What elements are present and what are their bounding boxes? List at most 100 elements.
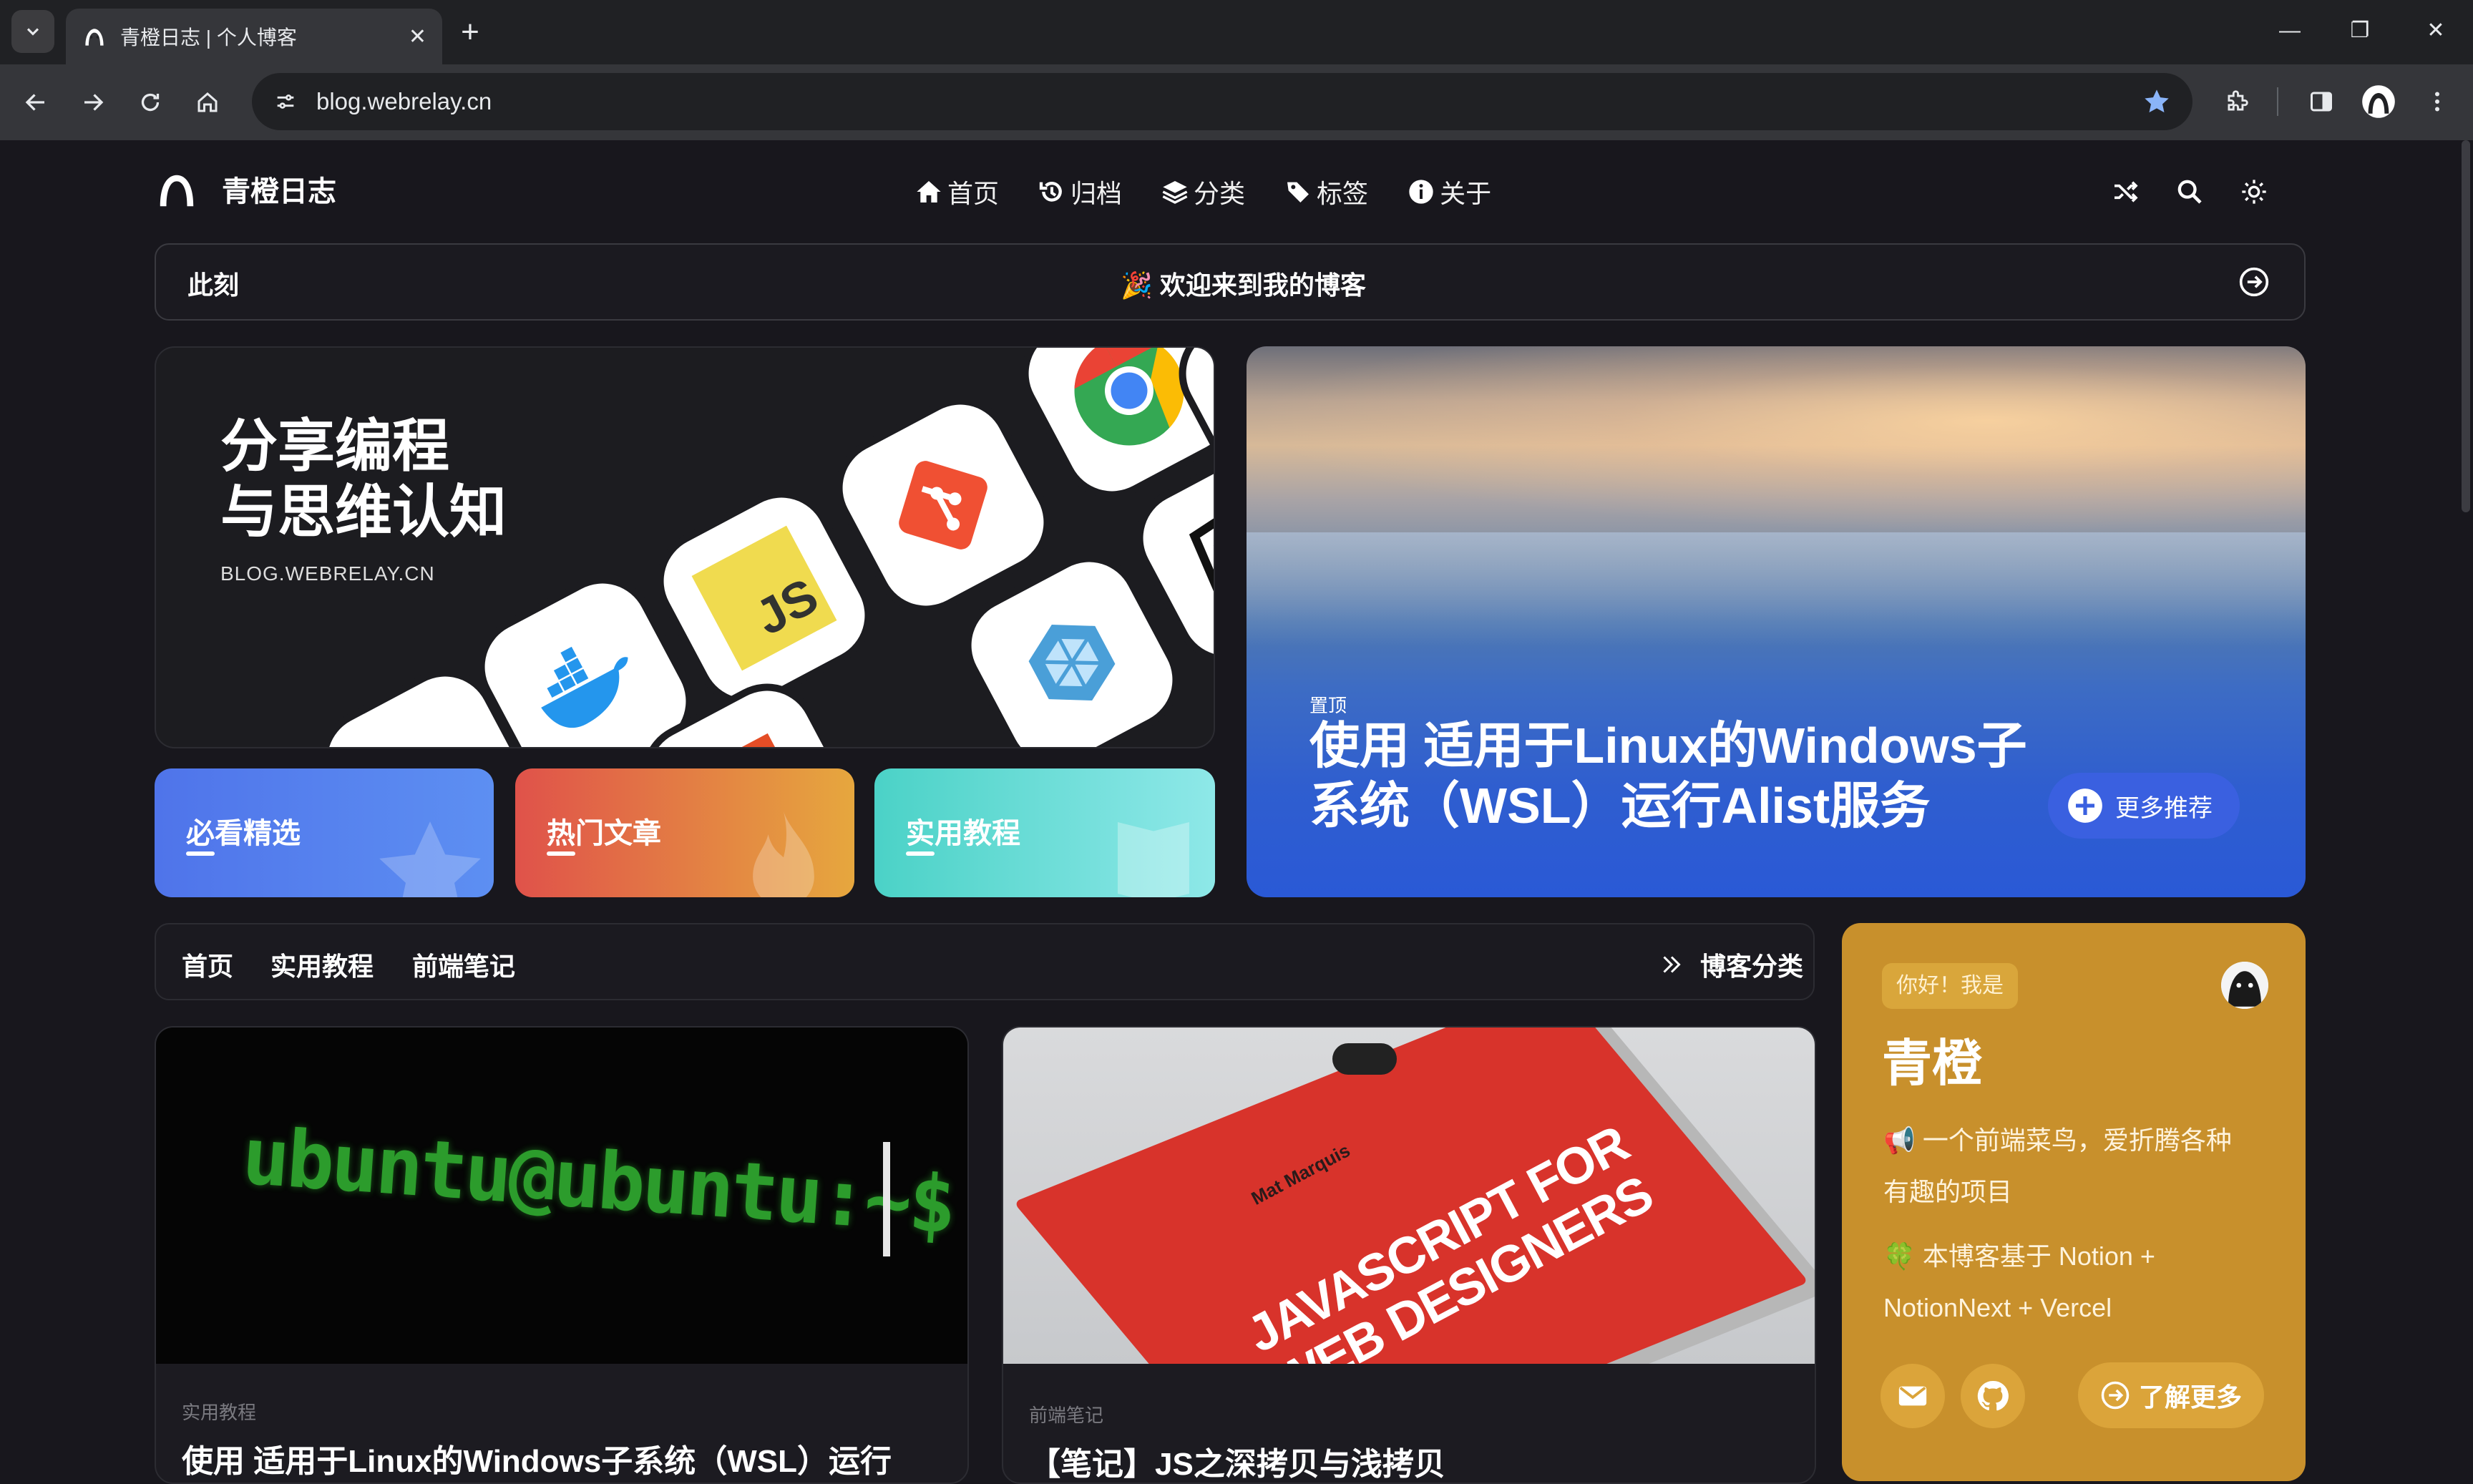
javascript-icon: JS: [691, 525, 837, 671]
menu-item-label: 标签: [1317, 179, 1369, 208]
side-panel-button[interactable]: [2301, 82, 2341, 122]
author-bio-line2: 有趣的项目: [1883, 1177, 2013, 1206]
url-text[interactable]: blog.webrelay.cn: [316, 88, 2142, 115]
tab-close-icon[interactable]: ✕: [409, 24, 426, 49]
search-button[interactable]: [2170, 172, 2210, 212]
arrow-circle-right-icon: [2101, 1381, 2130, 1410]
sun-icon: [2242, 180, 2266, 204]
post-card[interactable]: JAVASCRIPT FOR WEB DESIGNERS Mat Marquis…: [1002, 1026, 1816, 1484]
author-bio-line3: 🍀 本博客基于 Notion +: [1883, 1241, 2155, 1271]
more-vertical-icon: [2435, 92, 2439, 112]
post-card[interactable]: ubuntu@ubuntu:~$ 实用教程 使用 适用于Linux的Window…: [155, 1026, 969, 1484]
author-name: 青橙: [1882, 1035, 1982, 1091]
learn-more-label: 了解更多: [2138, 1382, 2242, 1412]
browser-tab[interactable]: 青橙日志 | 个人博客 ✕: [66, 9, 442, 64]
hero-title-line2: 与思维认知: [220, 480, 507, 544]
terminal-prompt-text: ubuntu@ubuntu:~$: [239, 1110, 957, 1251]
catnav-item-frontend[interactable]: 前端笔记: [412, 946, 515, 983]
star-icon: [379, 821, 481, 897]
hero-haze: [1247, 532, 2306, 647]
category-hot[interactable]: 热门文章: [515, 768, 854, 897]
close-window-button[interactable]: ✕: [2414, 13, 2457, 49]
category-tutorial[interactable]: 实用教程: [874, 768, 1215, 897]
browser-menu-button[interactable]: [2417, 82, 2457, 122]
announcement-label: 此刻: [187, 270, 240, 300]
post-category[interactable]: 前端笔记: [1029, 1401, 1103, 1427]
hero-subtitle: BLOG.WEBRELAY.CN: [220, 562, 435, 585]
main-menu: 首页 归档 分类 标签 关于: [914, 172, 1491, 212]
post-cover-terminal: ubuntu@ubuntu:~$: [156, 1027, 967, 1364]
featured-post-title[interactable]: 使用 适用于Linux的Windows子系统（WSL）运行Alist服务: [1309, 716, 2068, 836]
arrow-left-icon: [25, 94, 44, 111]
arrow-right-icon: [84, 94, 104, 111]
email-button[interactable]: [1881, 1364, 1945, 1428]
home-icon: [917, 181, 941, 202]
catnav-item-home[interactable]: 首页: [182, 946, 233, 983]
category-featured[interactable]: 必看精选: [155, 768, 494, 897]
bookmark-star-icon[interactable]: [2142, 87, 2171, 116]
home-outline-icon: [197, 92, 218, 112]
reload-icon: [141, 93, 160, 112]
menu-item-home[interactable]: 首页: [914, 172, 999, 212]
menu-item-category[interactable]: 分类: [1161, 172, 1245, 212]
profile-avatar-icon: [2362, 85, 2395, 118]
site-name[interactable]: 青橙日志: [222, 172, 336, 212]
page-scrollbar[interactable]: [2462, 140, 2470, 512]
site-info-icon[interactable]: [273, 89, 298, 114]
post-category[interactable]: 实用教程: [182, 1398, 256, 1425]
extensions-button[interactable]: [2217, 82, 2257, 122]
category-underline: [186, 851, 215, 856]
theme-toggle-button[interactable]: [2234, 172, 2274, 212]
double-chevron-right-icon: [1663, 956, 1681, 973]
catnav-item-tutorial[interactable]: 实用教程: [270, 946, 374, 983]
forward-button[interactable]: [73, 82, 113, 122]
category-label: 热门文章: [547, 818, 661, 849]
back-button[interactable]: [16, 82, 56, 122]
docker-icon: [541, 646, 628, 728]
category-underline: [906, 851, 935, 856]
random-post-button[interactable]: [2105, 172, 2145, 212]
category-label: 实用教程: [906, 818, 1020, 849]
home-button[interactable]: [187, 82, 228, 122]
learn-more-button[interactable]: 了解更多: [2078, 1362, 2264, 1428]
author-bio-line1: 📢 一个前端菜鸟，爱折腾各种: [1883, 1126, 2232, 1155]
tag-icon: [1287, 182, 1309, 202]
profile-button[interactable]: [2359, 82, 2399, 122]
cube-icon: [1028, 625, 1116, 700]
pinned-tag: 置顶: [1309, 695, 1347, 716]
tab-title: 青橙日志 | 个人博客: [120, 26, 297, 49]
menu-item-about[interactable]: 关于: [1407, 172, 1491, 212]
more-recommend-label: 更多推荐: [2115, 794, 2213, 822]
menu-item-tags[interactable]: 标签: [1284, 172, 1368, 212]
post-title[interactable]: 【笔记】JS之深拷贝与浅拷贝: [1029, 1438, 1445, 1483]
hero-banner[interactable]: JS 分享编程 与思维认知 BLOG.WEBRELAY.CN: [155, 346, 1215, 748]
html5-icon: [691, 733, 809, 747]
tab-search-button[interactable]: [11, 10, 54, 53]
author-bio-line4: NotionNext + Vercel: [1883, 1293, 2112, 1322]
arrow-circle-right-icon[interactable]: [2238, 266, 2270, 298]
more-recommend-button[interactable]: 更多推荐: [2048, 773, 2240, 839]
javascript-tile: JS: [648, 482, 881, 715]
author-avatar[interactable]: [2221, 962, 2268, 1009]
blog-category-link[interactable]: 博客分类: [1659, 946, 1803, 983]
menu-item-archive[interactable]: 归档: [1038, 172, 1122, 212]
category-underline: [547, 851, 575, 856]
github-button[interactable]: [1961, 1364, 2025, 1428]
announcement-text[interactable]: 🎉 欢迎来到我的博客: [1121, 265, 1366, 302]
reload-button[interactable]: [130, 82, 170, 122]
minimize-button[interactable]: —: [2268, 13, 2311, 49]
category-label: 必看精选: [186, 818, 301, 849]
git-icon: [899, 461, 987, 550]
new-tab-button[interactable]: +: [452, 14, 488, 50]
restore-button[interactable]: ❐: [2338, 13, 2381, 49]
mail-icon: [1898, 1386, 1927, 1406]
address-bar[interactable]: blog.webrelay.cn: [252, 73, 2192, 130]
puzzle-icon: [2228, 90, 2248, 111]
menu-item-label: 首页: [947, 179, 1000, 208]
fire-icon: [753, 811, 814, 897]
author-profile-card: 你好！我是 青橙 📢 一个前端菜鸟，爱折腾各种 有趣的项目 🍀 本博客基于 No…: [1842, 923, 2306, 1481]
menu-item-label: 分类: [1194, 179, 1246, 208]
site-logo-icon[interactable]: [156, 169, 197, 210]
featured-post-card[interactable]: 置顶 使用 适用于Linux的Windows子系统（WSL）运行Alist服务 …: [1247, 346, 2306, 897]
post-title[interactable]: 使用 适用于Linux的Windows子系统（WSL）运行: [182, 1435, 892, 1481]
